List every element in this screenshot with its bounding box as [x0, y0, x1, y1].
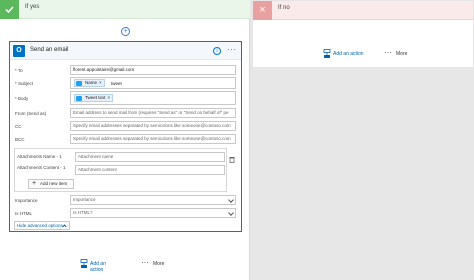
- chevron-down-icon: [228, 197, 234, 203]
- tweet-text-token[interactable]: Tweet text ×: [74, 94, 114, 102]
- body-field[interactable]: Tweet text ×: [70, 91, 236, 105]
- importance-dropdown[interactable]: Importance: [70, 195, 236, 205]
- yes-more-button[interactable]: ··· More: [141, 258, 171, 270]
- remove-token-icon[interactable]: ×: [108, 95, 111, 100]
- send-email-card: O Send an email i ··· * To florent.appoi…: [9, 41, 242, 232]
- add-new-item-button[interactable]: + Add new item: [28, 179, 74, 189]
- if-no-header[interactable]: × If no: [253, 1, 473, 20]
- from-label: From (Send as): [15, 111, 47, 116]
- twitter-icon: [76, 81, 82, 86]
- attachment-name-field[interactable]: Attachment name: [75, 152, 225, 162]
- add-action-icon: [323, 49, 331, 58]
- card-more-options-icon[interactable]: ···: [227, 45, 237, 54]
- bcc-field[interactable]: Specify email addresses separated by sem…: [70, 134, 236, 144]
- subject-text: tweet: [111, 81, 122, 86]
- plus-icon: +: [32, 180, 37, 187]
- if-yes-branch: If yes + O Send an email i ··· * To flor…: [0, 0, 250, 280]
- attachments-group: Attachments Name - 1 Attachment name Att…: [14, 148, 227, 192]
- hide-advanced-options-button[interactable]: Hide advanced options: [14, 221, 70, 230]
- importance-label: Importance: [15, 198, 38, 203]
- cc-field[interactable]: Specify email addresses separated by sem…: [70, 121, 236, 131]
- cc-label: CC: [15, 124, 22, 129]
- delete-attachment-icon[interactable]: [229, 150, 235, 163]
- no-add-action-button[interactable]: Add an action: [323, 48, 368, 60]
- checkmark-icon: [0, 0, 19, 19]
- name-token[interactable]: Name ×: [74, 79, 105, 87]
- subject-field[interactable]: Name × tweet: [70, 77, 236, 89]
- body-label: * Body: [15, 96, 29, 101]
- to-field[interactable]: florent.appointaire@gmail.com: [70, 65, 236, 75]
- bcc-label: BCC: [15, 137, 25, 142]
- add-action-icon: [80, 259, 88, 268]
- insert-step-plus-icon[interactable]: +: [121, 27, 130, 36]
- subject-label: * Subject: [15, 81, 34, 86]
- attachment-content-field[interactable]: Attachment content: [75, 165, 225, 175]
- if-yes-header[interactable]: If yes: [0, 0, 250, 19]
- is-html-label: Is HTML: [15, 211, 33, 216]
- more-dots-icon: ···: [141, 258, 149, 267]
- more-dots-icon: ···: [384, 48, 392, 57]
- attachments-name-label: Attachments Name - 1: [17, 154, 62, 159]
- if-no-title: If no: [278, 5, 290, 11]
- attachments-content-label: Attachments Content - 1: [17, 165, 66, 170]
- from-field[interactable]: Email address to send mail from (require…: [70, 108, 236, 118]
- no-more-button[interactable]: ··· More: [384, 48, 414, 60]
- if-no-branch: × If no Add an action ··· More: [252, 0, 474, 68]
- close-x-icon: ×: [253, 1, 272, 20]
- to-label: * To: [15, 68, 23, 73]
- send-email-title: Send an email: [30, 47, 69, 53]
- is-html-dropdown[interactable]: Is HTML?: [70, 208, 236, 218]
- twitter-icon: [76, 96, 82, 101]
- outlook-icon: O: [13, 45, 25, 57]
- remove-token-icon[interactable]: ×: [99, 80, 102, 85]
- if-yes-title: If yes: [25, 4, 40, 10]
- yes-add-action-button[interactable]: Add an action: [80, 258, 120, 273]
- send-email-card-header[interactable]: O Send an email i ···: [10, 42, 241, 60]
- chevron-down-icon: [228, 210, 234, 216]
- chevron-up-icon: [62, 224, 67, 229]
- info-icon[interactable]: i: [213, 47, 221, 55]
